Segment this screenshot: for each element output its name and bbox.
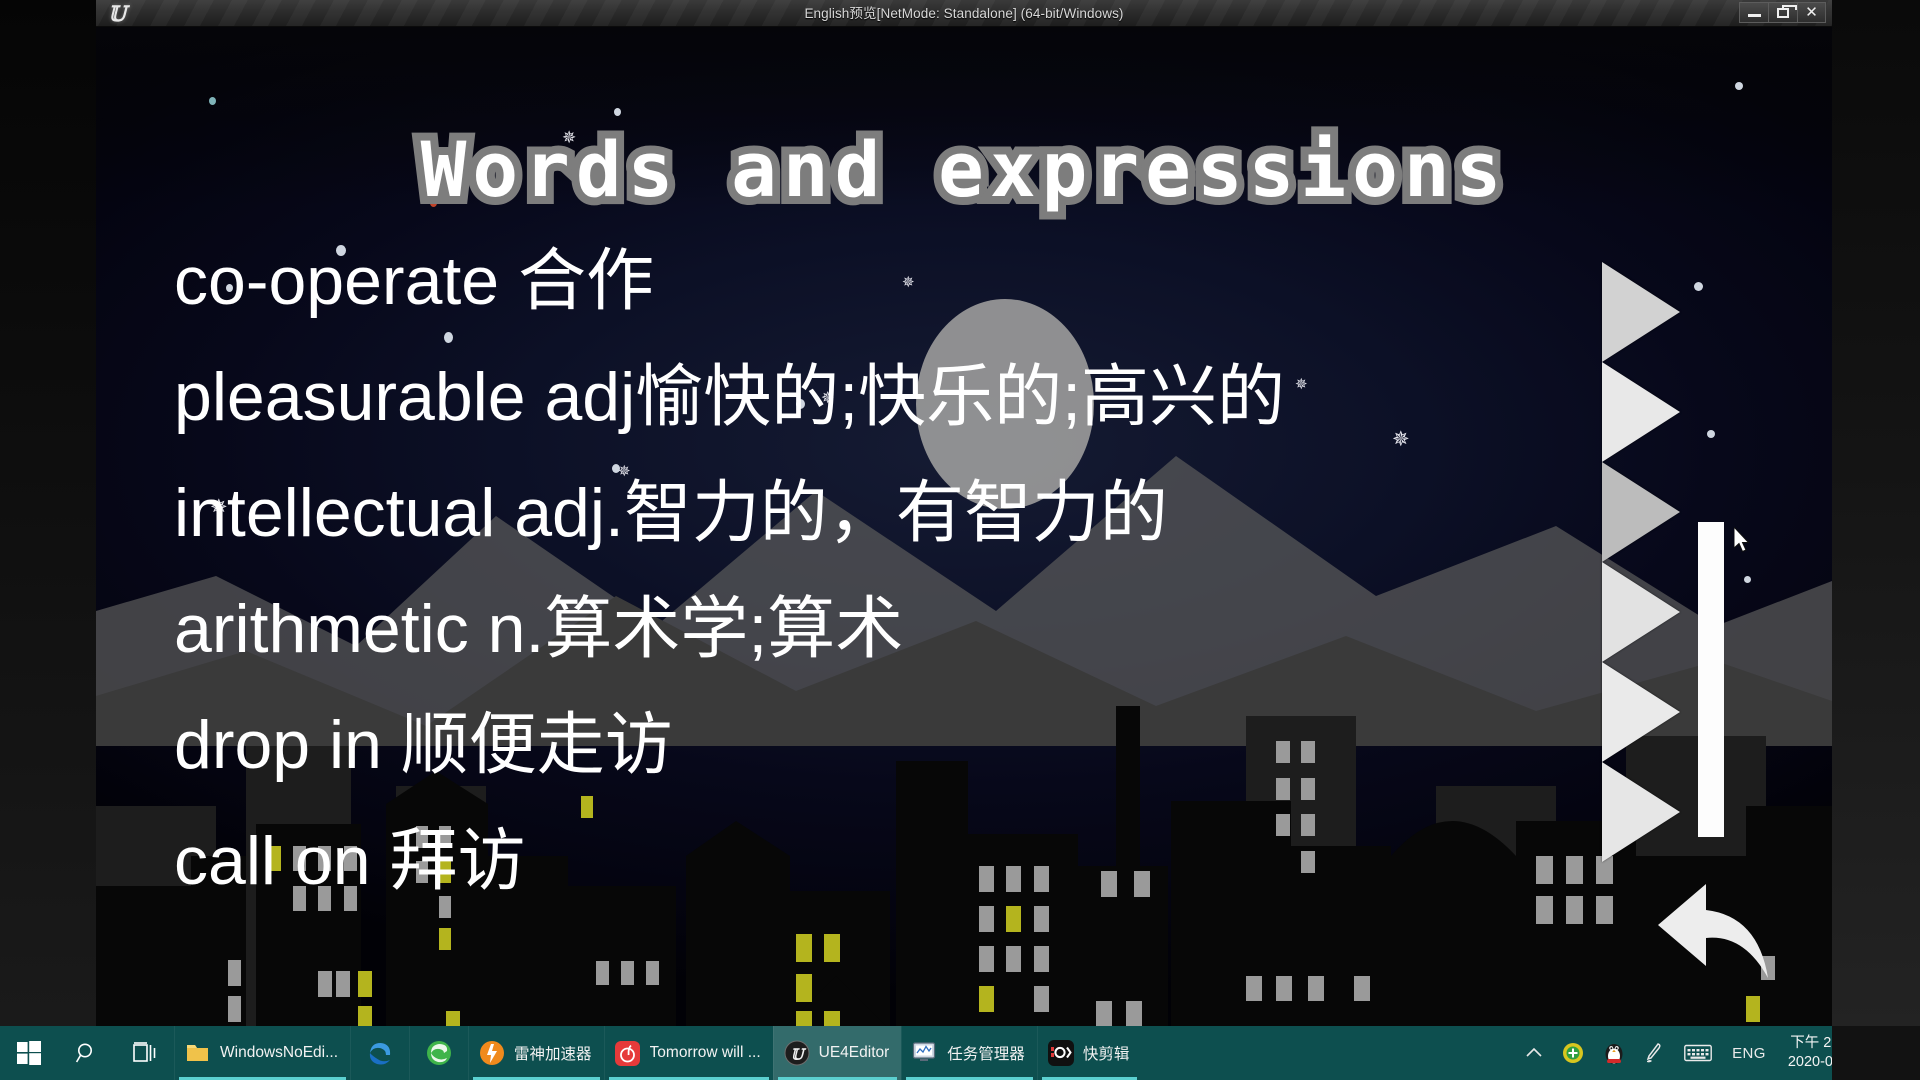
kuaijianji-icon: [1047, 1040, 1074, 1066]
green-browser-icon: [426, 1040, 452, 1066]
search-icon[interactable]: [58, 1026, 116, 1080]
windows-taskbar: WindowsNoEdi... 雷神加速器 Tomorrow will ... …: [0, 1026, 1920, 1080]
play-triangle-icon[interactable]: [1602, 762, 1680, 862]
qq-penguin-icon[interactable]: [1594, 1026, 1634, 1080]
edge-browser-icon: [367, 1040, 393, 1066]
vocabulary-line: call on 拜访: [174, 823, 526, 899]
taskbar-item-ue4editor[interactable]: 𝕌 UE4Editor: [772, 1026, 902, 1080]
vocabulary-line: pleasurable adj愉快的;快乐的;高兴的: [174, 359, 1286, 435]
taskbar-item-label: WindowsNoEdi...: [220, 1044, 339, 1061]
taskbar-right-edge: [1832, 1026, 1920, 1080]
taskbar-item-kuaijianji[interactable]: 快剪辑: [1036, 1026, 1142, 1080]
game-viewport[interactable]: ✵ ✵ ✵ ✵ ✵ ✵ ✵ Words and expressions co-o…: [96, 27, 1832, 1026]
unreal-engine-icon: 𝕌: [784, 1040, 810, 1066]
input-language-indicator[interactable]: ENG: [1722, 1026, 1776, 1080]
progress-bar[interactable]: [1698, 522, 1724, 837]
vocabulary-line: co-operate 合作: [174, 243, 654, 319]
play-triangle-icon[interactable]: [1602, 462, 1680, 562]
slide-title: Words and expressions: [413, 117, 1510, 222]
taskbar-item-thunder-vpn[interactable]: 雷神加速器: [468, 1026, 604, 1080]
back-reply-arrow-icon[interactable]: [1652, 876, 1782, 986]
taskbar-item-label: Tomorrow will ...: [649, 1044, 761, 1061]
vocabulary-line: arithmetic n.算术学;算术: [174, 591, 904, 667]
window-titlebar[interactable]: 𝕌 English预览[NetMode: Standalone] (64-bit…: [96, 0, 1832, 27]
task-view-icon[interactable]: [116, 1026, 174, 1080]
vocabulary-list: co-operate 合作 pleasurable adj愉快的;快乐的;高兴的…: [174, 223, 1774, 919]
taskbar-item-label: 雷神加速器: [514, 1046, 592, 1063]
thunder-vpn-icon: [479, 1040, 505, 1066]
windows-start-icon[interactable]: [0, 1026, 58, 1080]
vocabulary-line: intellectual adj.智力的，有智力的: [174, 475, 1168, 551]
pen-tool-icon[interactable]: [1634, 1026, 1674, 1080]
play-triangle-icon[interactable]: [1602, 362, 1680, 462]
window-title: English预览[NetMode: Standalone] (64-bit/W…: [804, 6, 1124, 21]
taskbar-item-task-manager[interactable]: 任务管理器: [901, 1026, 1037, 1080]
taskbar-item-label: 任务管理器: [947, 1046, 1025, 1063]
taskbar-item-windowsnoedi[interactable]: WindowsNoEdi...: [174, 1026, 350, 1080]
play-triangle-icon[interactable]: [1602, 562, 1680, 662]
game-preview-window: 𝕌 English预览[NetMode: Standalone] (64-bit…: [96, 0, 1832, 1026]
maximize-restore-button[interactable]: [1768, 2, 1797, 23]
taskbar-item-edge[interactable]: [350, 1026, 409, 1080]
close-button[interactable]: ✕: [1797, 2, 1826, 23]
minimize-button[interactable]: [1739, 2, 1768, 23]
taskbar-item-label: 快剪辑: [1082, 1046, 1130, 1063]
security-shield-icon[interactable]: [1552, 1026, 1594, 1080]
window-controls: ✕: [1739, 2, 1826, 23]
folder-icon: [185, 1040, 211, 1066]
desktop-left-strip: [0, 0, 96, 1026]
taskbar-item-green-browser[interactable]: [409, 1026, 468, 1080]
play-triangle-icon[interactable]: [1602, 662, 1680, 762]
mouse-cursor: [1734, 527, 1750, 553]
desktop-background: 𝕌 English预览[NetMode: Standalone] (64-bit…: [0, 0, 1920, 1080]
play-triangle-icon[interactable]: [1602, 262, 1680, 362]
vocabulary-line: drop in 顺便走访: [174, 707, 673, 783]
netease-music-icon: [615, 1040, 641, 1066]
taskbar-item-label: UE4Editor: [818, 1044, 890, 1061]
taskbar-item-netease-music[interactable]: Tomorrow will ...: [603, 1026, 773, 1080]
keyboard-ime-icon[interactable]: [1674, 1026, 1722, 1080]
chevron-up-icon[interactable]: [1516, 1026, 1552, 1080]
desktop-right-strip: [1832, 0, 1920, 1026]
task-manager-icon: [912, 1040, 938, 1066]
slide-navigation-rail: [1602, 262, 1680, 862]
